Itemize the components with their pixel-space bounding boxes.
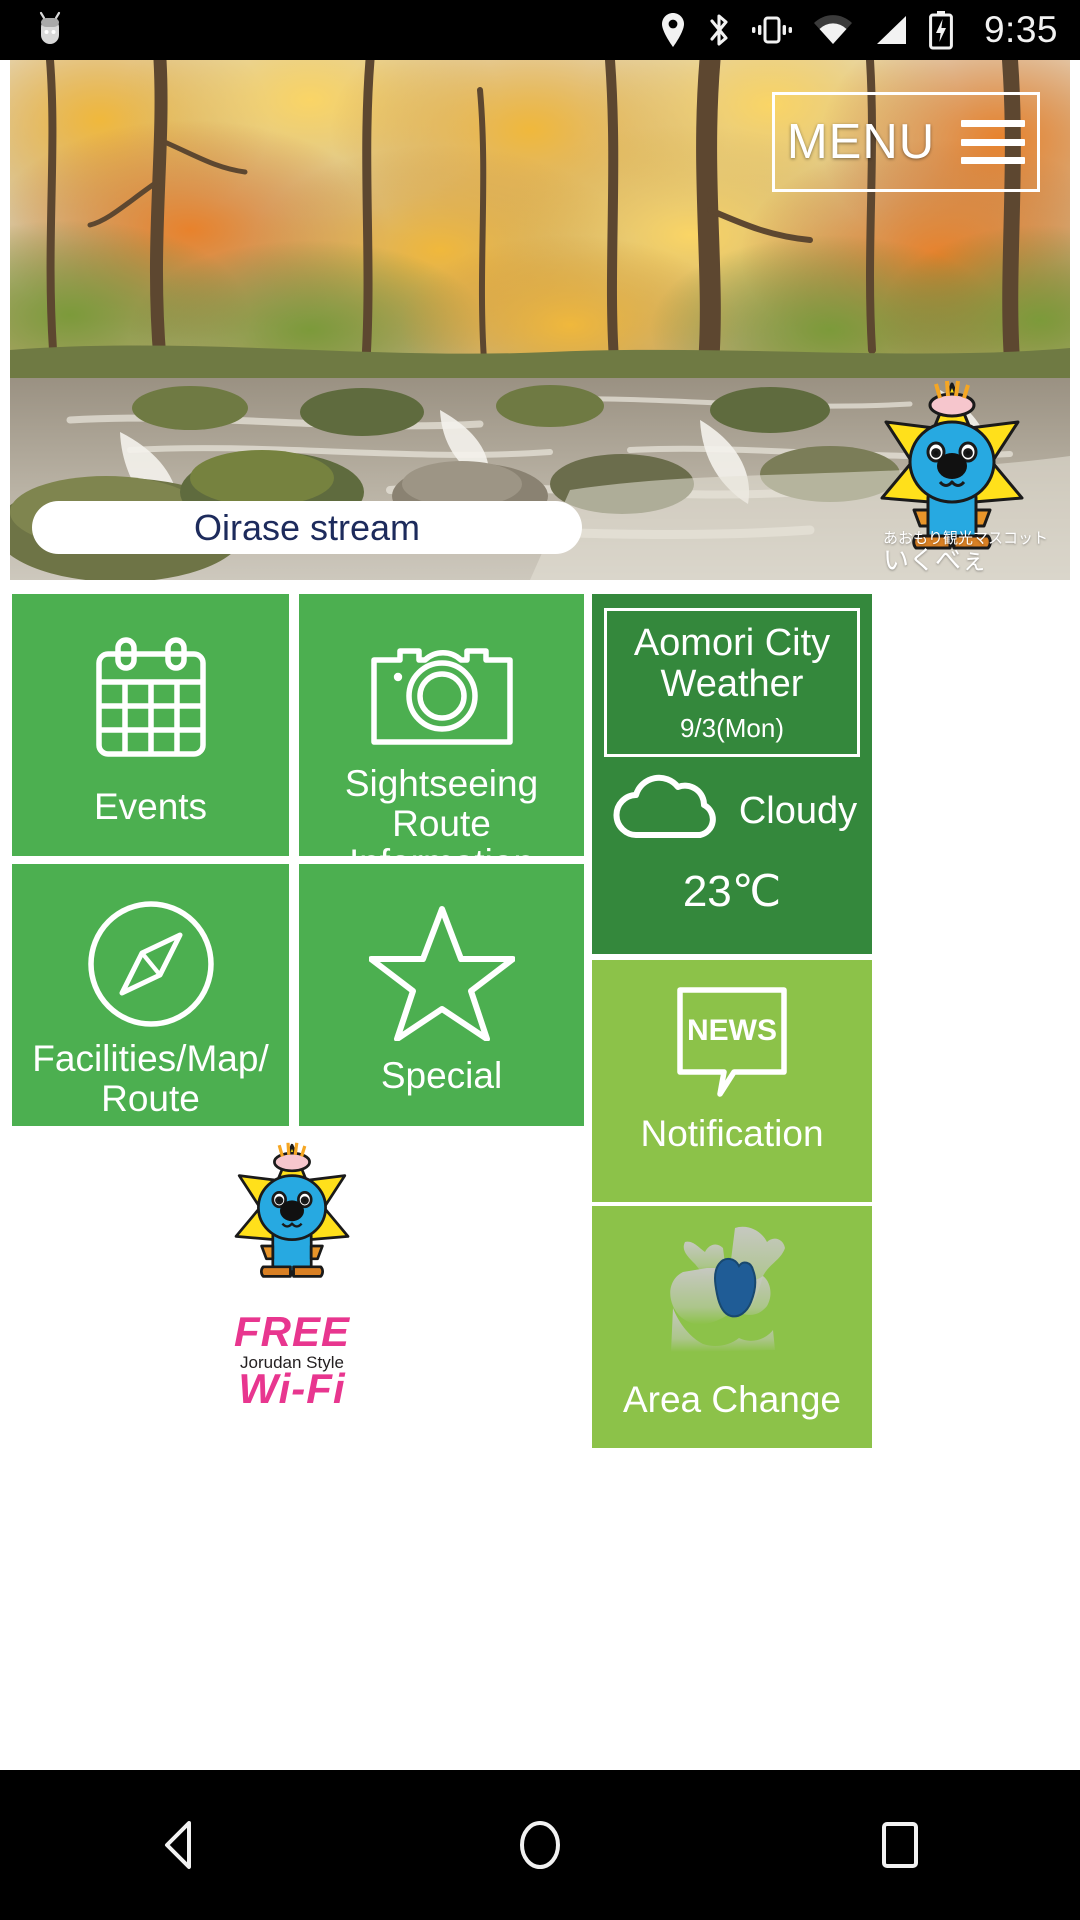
home-icon[interactable] [480,1785,600,1905]
calendar-icon [91,636,211,761]
tile-special-label: Special [380,1055,503,1096]
weather-date: 9/3(Mon) [679,713,785,744]
weather-condition: Cloudy [738,790,858,833]
free-wifi-logo: FREE Jorudan Style Wi-Fi [234,1310,351,1406]
hamburger-icon [961,120,1026,164]
compass-icon [81,896,221,1031]
panel-area-change[interactable]: Area Change [592,1206,872,1448]
mascot-caption: あおもり観光マスコット いくべぇ [883,531,1048,574]
hero-caption-label: Oirase stream [193,506,421,548]
star-icon [368,906,515,1041]
hero-banner[interactable]: MENU あおもり観光マスコット いくべぇ Oirase stream [10,60,1070,580]
tile-events[interactable]: Events [12,594,289,856]
speech-bubble-icon: NEWS [662,982,802,1103]
weather-title: Aomori City Weather [633,622,831,706]
tile-facilities-label: Facilities/Map/ Route [32,1038,269,1119]
weather-panel[interactable]: Aomori City Weather 9/3(Mon) Cloudy 23℃ [592,594,872,954]
status-bar: 9:35 [0,0,1080,60]
free-wifi-block: FREE Jorudan Style Wi-Fi [0,1134,584,1464]
android-head-icon [30,10,70,50]
signal-icon [872,13,910,47]
aomori-prefecture-map-icon [643,1220,821,1375]
wifi-icon [812,13,854,47]
main-content: Events Sightseeing Route Information Fac… [0,588,1080,1770]
menu-button-label: MENU [786,115,936,169]
tile-events-label: Events [93,786,208,827]
camera-icon [369,630,515,750]
panel-notification[interactable]: NEWS Notification [592,960,872,1202]
battery-charging-icon [928,10,954,50]
location-icon [658,11,688,49]
ikubee-mascot-wifi [234,1142,350,1278]
weather-condition-row: Cloudy [592,773,872,850]
panel-notification-label: Notification [640,1113,824,1154]
tile-facilities-map-route[interactable]: Facilities/Map/ Route [12,864,289,1126]
tile-sightseeing-route-information[interactable]: Sightseeing Route Information [299,594,584,882]
vibrate-icon [750,11,794,49]
weather-temperature: 23℃ [682,867,782,917]
news-badge-text: NEWS [687,1014,777,1047]
android-nav-bar [0,1770,1080,1920]
hero-caption-pill[interactable]: Oirase stream [32,501,582,554]
weather-header: Aomori City Weather 9/3(Mon) [604,608,860,758]
free-wifi-line-bottom: Wi-Fi [238,1365,346,1406]
free-wifi-line-top: FREE [234,1310,351,1355]
recents-icon[interactable] [840,1785,960,1905]
tile-special[interactable]: Special [299,864,584,1126]
cloud-icon [607,773,725,850]
panel-area-change-label: Area Change [622,1379,842,1420]
menu-button[interactable]: MENU [772,92,1040,192]
status-bar-clock: 9:35 [983,9,1058,50]
mascot-caption-line2: いくべぇ [882,544,987,575]
bluetooth-icon [706,11,732,49]
back-icon[interactable] [120,1785,240,1905]
